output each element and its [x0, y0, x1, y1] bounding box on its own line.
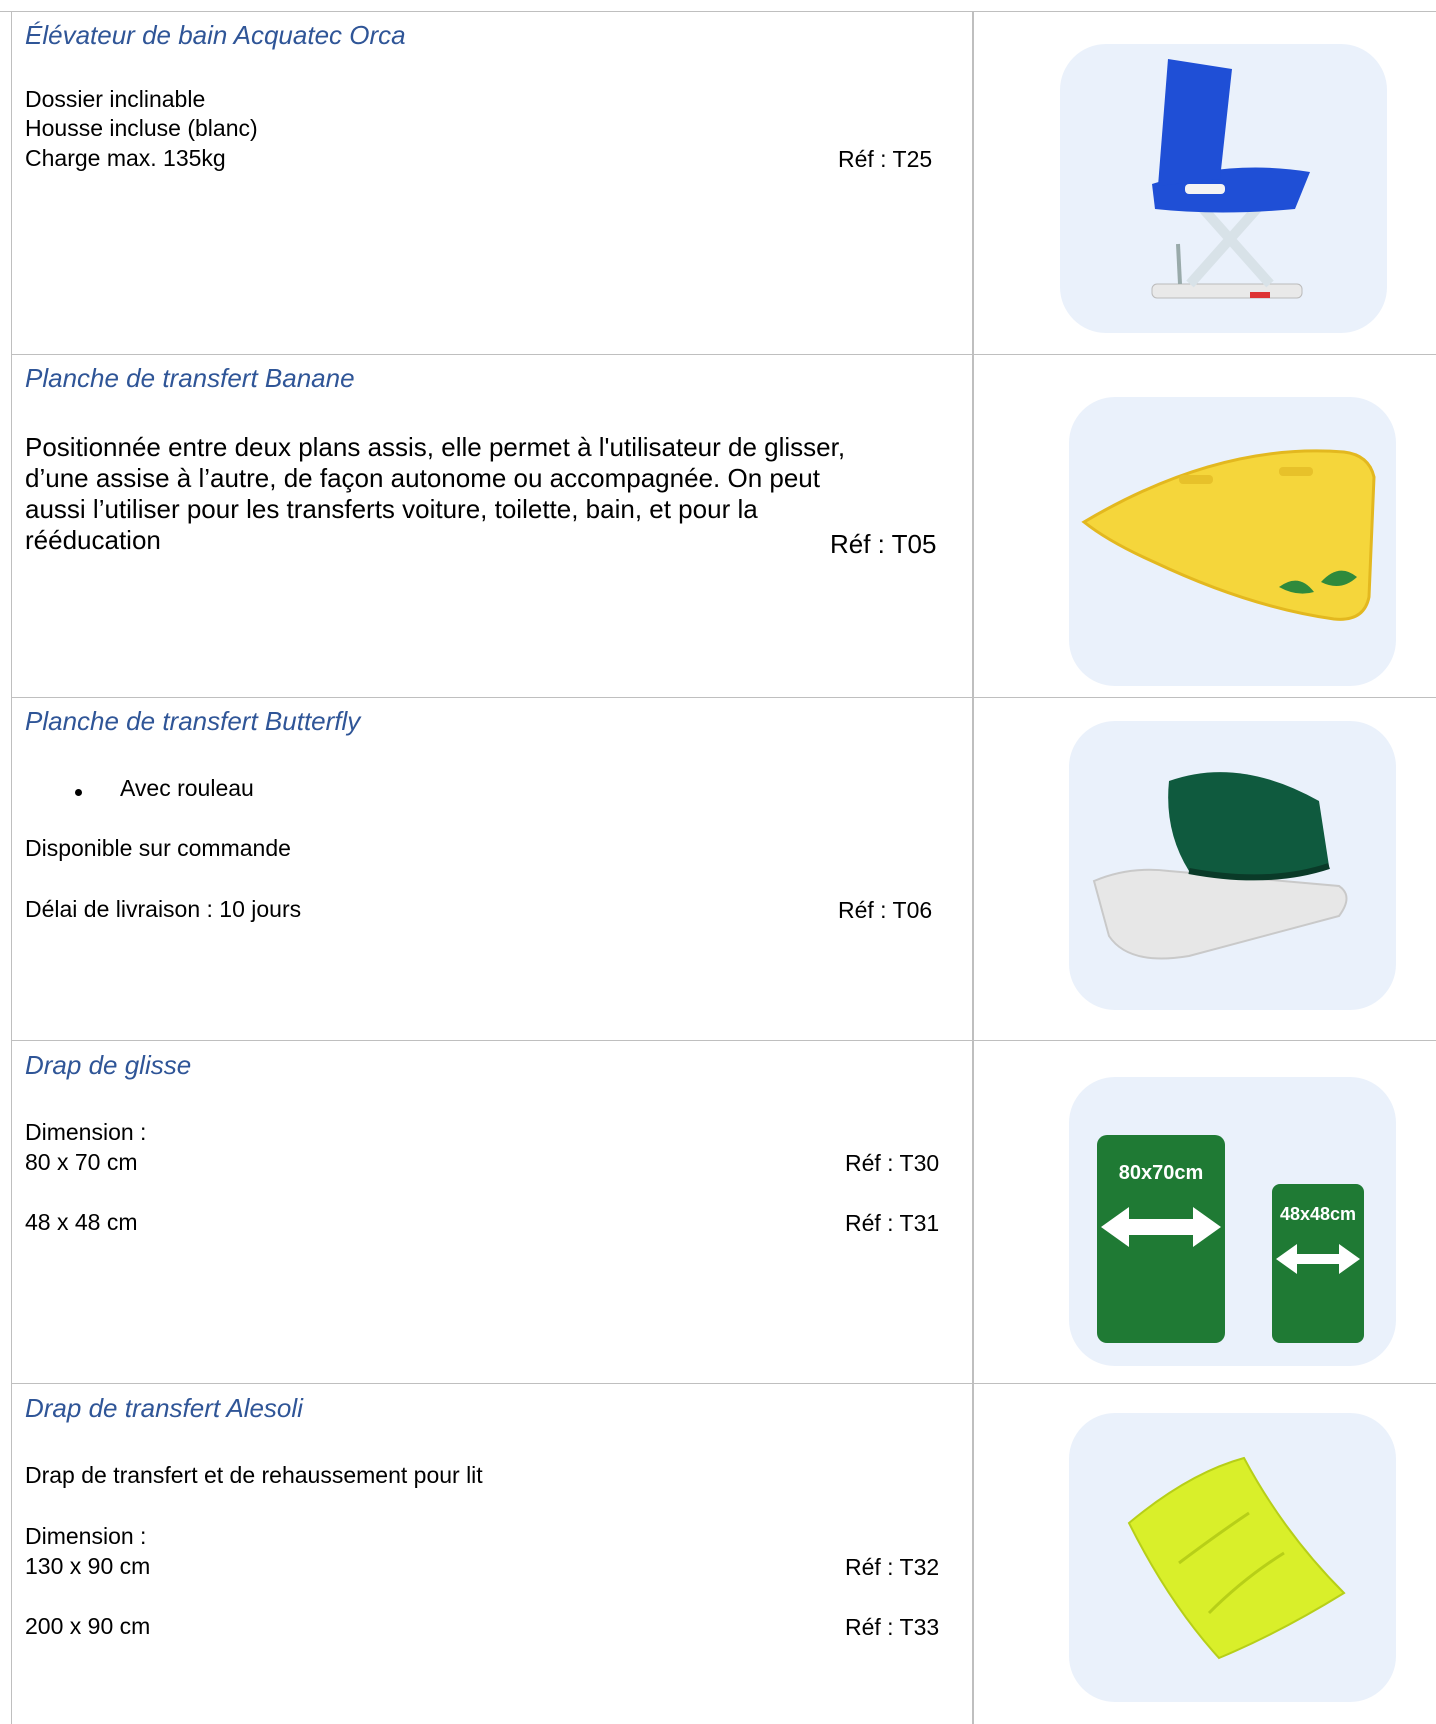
- product-reference: Réf : T33: [845, 1614, 940, 1640]
- bullet-item: Avec rouleau: [120, 775, 254, 801]
- row-divider: [11, 1383, 1436, 1384]
- product-reference: Réf : T06: [838, 897, 933, 923]
- product-line: 80 x 70 cm: [25, 1149, 138, 1175]
- table-border-top: [0, 11, 1436, 12]
- product-line: Charge max. 135kg: [25, 145, 226, 171]
- row-divider: [11, 354, 1436, 355]
- product-reference: Réf : T05: [830, 529, 937, 559]
- product-title: Planche de transfert Butterfly: [25, 706, 361, 736]
- row-divider: [11, 1040, 1436, 1041]
- product-line: Housse incluse (blanc): [25, 115, 258, 141]
- bullet-dot: [75, 789, 82, 796]
- butterfly-transfer-board-icon: [1069, 721, 1396, 1010]
- product-line: Dimension :: [25, 1523, 147, 1549]
- product-reference: Réf : T25: [838, 146, 933, 172]
- transfer-sheet-icon: [1069, 1413, 1396, 1702]
- table-border-left: [11, 11, 12, 1724]
- product-title: Drap de transfert Alesoli: [25, 1393, 303, 1423]
- product-line: Drap de transfert et de rehaussement pou…: [25, 1462, 483, 1488]
- product-line: 48 x 48 cm: [25, 1209, 138, 1235]
- product-reference: Réf : T32: [845, 1554, 940, 1580]
- product-line: Délai de livraison : 10 jours: [25, 896, 302, 922]
- product-title: Élévateur de bain Acquatec Orca: [25, 20, 406, 50]
- product-line: 130 x 90 cm: [25, 1553, 151, 1579]
- product-title: Drap de glisse: [25, 1050, 192, 1080]
- column-divider: [972, 11, 974, 1724]
- banana-transfer-board-icon: [1069, 397, 1396, 686]
- slide-sheet-icon: 80x70cm 48x48cm: [1069, 1077, 1396, 1366]
- product-line: Disponible sur commande: [25, 835, 291, 861]
- bath-lift-chair-icon: [1060, 44, 1387, 333]
- product-title: Planche de transfert Banane: [25, 363, 355, 393]
- slide-sheet-label-small: 48x48cm: [1280, 1204, 1356, 1224]
- product-line: Dossier inclinable: [25, 86, 206, 112]
- product-description-line: rééducation: [25, 525, 161, 555]
- product-description-line: aussi l’utiliser pour les transferts voi…: [25, 494, 758, 524]
- product-reference: Réf : T30: [845, 1150, 940, 1176]
- product-description-line: d’une assise à l’autre, de façon autonom…: [25, 463, 820, 493]
- row-divider: [11, 697, 1436, 698]
- product-description-line: Positionnée entre deux plans assis, elle…: [25, 432, 846, 462]
- slide-sheet-label-large: 80x70cm: [1119, 1162, 1204, 1184]
- product-reference: Réf : T31: [845, 1210, 940, 1236]
- product-line: Dimension :: [25, 1119, 147, 1145]
- product-line: 200 x 90 cm: [25, 1613, 151, 1639]
